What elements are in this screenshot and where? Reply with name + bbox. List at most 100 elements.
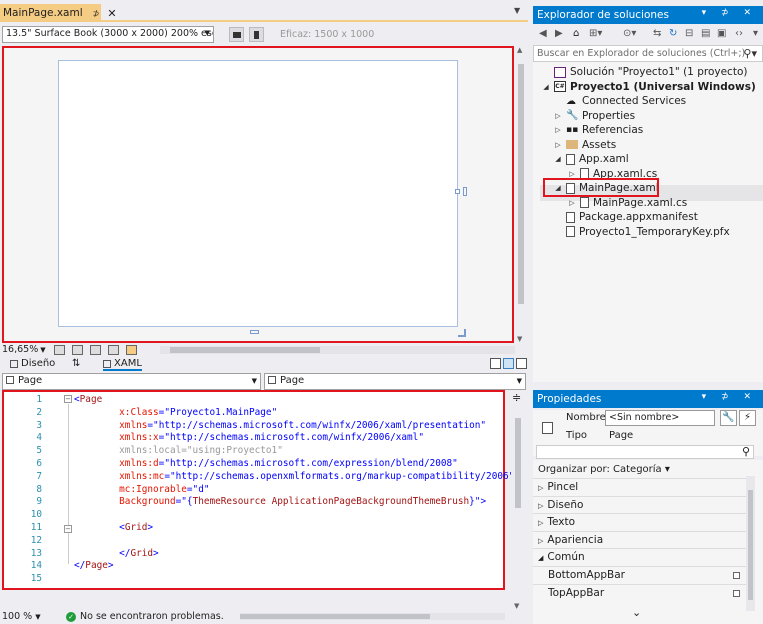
tree-item[interactable]: Proyecto1_TemporaryKey.pfx: [553, 225, 730, 239]
switch-views-icon[interactable]: ⊞▾: [589, 28, 602, 39]
forward-icon[interactable]: ▶: [555, 28, 563, 39]
close-icon[interactable]: ✕: [107, 7, 116, 20]
wrench-icon[interactable]: 🔧: [720, 410, 737, 426]
more-icon[interactable]: ▾: [753, 28, 758, 39]
snap-grid-icon[interactable]: [72, 345, 83, 355]
home-icon[interactable]: ⌂: [573, 28, 579, 39]
device-select[interactable]: 13.5" Surface Book (3000 x 2000) 200% es…: [2, 26, 214, 43]
expand-toggle-icon[interactable]: ◢: [553, 152, 563, 166]
horizontal-split-icon[interactable]: [503, 358, 514, 369]
property-row[interactable]: BottomAppBar: [548, 567, 625, 583]
tab-design[interactable]: Diseño: [10, 358, 55, 369]
properties-search[interactable]: ⚲: [536, 445, 754, 459]
collapse-all-icon[interactable]: ⊟: [685, 28, 693, 39]
zoom-select[interactable]: 16,65% ▼: [2, 344, 46, 355]
tree-item[interactable]: ▷ Assets: [553, 138, 616, 152]
fold-toggle-icon[interactable]: −: [64, 525, 72, 533]
vertical-split-icon[interactable]: [490, 358, 501, 369]
sync-icon[interactable]: ⇆: [653, 28, 661, 39]
tree-item[interactable]: ▷ 🔧 Properties: [553, 109, 635, 123]
property-row[interactable]: TopAppBar: [548, 585, 604, 601]
scope-select-left[interactable]: Page ▼: [2, 373, 261, 390]
editor-zoom-select[interactable]: 100 % ▼: [2, 611, 41, 622]
xaml-code-editor[interactable]: 1 <Page 2 x:Class="Proyecto1.MainPage" 3 xm…: [2, 390, 514, 590]
resize-grip-icon[interactable]: [458, 329, 466, 337]
code-horizontal-scrollbar[interactable]: [240, 613, 505, 620]
back-icon[interactable]: ◀: [539, 28, 547, 39]
expand-toggle-icon[interactable]: ▷: [553, 109, 563, 123]
tree-item[interactable]: ☁ Connected Services: [553, 94, 686, 108]
resize-handle-right-outer[interactable]: [463, 187, 467, 196]
events-bolt-icon[interactable]: ⚡: [739, 410, 756, 426]
scroll-thumb[interactable]: [170, 347, 320, 353]
tree-item[interactable]: ◢ App.xaml: [553, 152, 628, 166]
tab-xaml[interactable]: XAML: [103, 358, 142, 371]
scroll-thumb[interactable]: [240, 614, 430, 619]
pin-icon[interactable]: ⊅: [93, 9, 100, 18]
expand-toggle-icon[interactable]: ▷: [538, 484, 543, 492]
solution-explorer-search[interactable]: Buscar en Explorador de soluciones (Ctrl…: [533, 45, 763, 62]
property-category[interactable]: ◢ Común: [538, 549, 585, 565]
expand-toggle-icon[interactable]: ▷: [553, 138, 563, 152]
scroll-down-icon[interactable]: ▼: [517, 335, 522, 343]
tree-item[interactable]: ▷ ▪▪ Referencias: [553, 123, 643, 137]
name-input[interactable]: <Sin nombre>: [605, 410, 715, 426]
code-view-icon[interactable]: ‹›: [735, 28, 743, 39]
designer-horizontal-scrollbar[interactable]: [160, 346, 515, 354]
expand-toggle-icon[interactable]: ▷: [538, 502, 543, 510]
chevron-down-icon[interactable]: ▼: [514, 6, 520, 15]
property-marker-checkbox[interactable]: [733, 589, 740, 597]
swap-panes-icon[interactable]: ⇅: [72, 358, 80, 369]
tab-mainpage-xaml[interactable]: MainPage.xaml ⊅ ✕: [0, 4, 117, 22]
collapse-pane-icon[interactable]: [516, 358, 527, 369]
pending-changes-icon[interactable]: ⊙▾: [623, 28, 636, 39]
artboard-bg-icon[interactable]: [90, 345, 101, 355]
code-token: mc:Ignorable: [119, 483, 187, 495]
page-artboard[interactable]: [58, 60, 458, 327]
designer-vertical-scrollbar[interactable]: ▲ ▼: [515, 46, 527, 343]
expand-toggle-icon[interactable]: ▷: [553, 123, 563, 137]
properties-icon[interactable]: ▣: [717, 28, 726, 39]
properties-scrollbar[interactable]: [746, 476, 755, 611]
device-preview-icon[interactable]: [126, 345, 137, 355]
scroll-thumb[interactable]: [748, 490, 753, 600]
property-category[interactable]: ▷ Texto: [538, 514, 575, 530]
resize-handle-bottom[interactable]: [250, 330, 259, 334]
chevron-down-icon[interactable]: ⌄: [632, 606, 641, 619]
landscape-orientation-icon[interactable]: [229, 27, 244, 42]
scroll-up-icon[interactable]: ▲: [517, 46, 522, 54]
code-vertical-scrollbar[interactable]: ≑ ▼: [511, 390, 525, 610]
arrange-by-select[interactable]: Organizar por: Categoría ▾: [538, 462, 670, 478]
refresh-icon[interactable]: ↻: [669, 28, 677, 39]
property-category[interactable]: ▷ Apariencia: [538, 532, 603, 548]
scroll-thumb[interactable]: [515, 418, 521, 508]
tree-item[interactable]: Package.appxmanifest: [553, 210, 698, 224]
portrait-orientation-icon[interactable]: [249, 27, 264, 42]
scope-select-right[interactable]: Page ▼: [264, 373, 526, 390]
tree-item[interactable]: Solución "Proyecto1" (1 proyecto): [541, 65, 747, 79]
tree-item[interactable]: ◢ C# Proyecto1 (Universal Windows): [541, 80, 755, 94]
expand-toggle-icon[interactable]: ▷: [538, 519, 543, 527]
grid-icon[interactable]: [54, 345, 65, 355]
design-surface[interactable]: [2, 46, 514, 343]
tree-item[interactable]: ▷ MainPage.xaml.cs: [567, 196, 687, 210]
scroll-thumb[interactable]: [518, 64, 524, 304]
line-number: 4: [36, 432, 42, 444]
fold-toggle-icon[interactable]: −: [64, 395, 72, 403]
property-category[interactable]: ▷ Diseño: [538, 497, 583, 513]
panel-window-controls[interactable]: ▾ ⊅ ✕: [702, 8, 757, 18]
expand-toggle-icon[interactable]: ◢: [538, 554, 543, 562]
search-icon[interactable]: ⚲: [742, 445, 750, 458]
expand-toggle-icon[interactable]: ◢: [541, 80, 551, 94]
show-all-files-icon[interactable]: ▤: [701, 28, 710, 39]
resize-handle-right[interactable]: [455, 189, 460, 194]
snap-lines-icon[interactable]: [108, 345, 119, 355]
property-marker-checkbox[interactable]: [733, 572, 740, 579]
issues-indicator[interactable]: ✓ No se encontraron problemas.: [66, 611, 224, 622]
property-category[interactable]: ▷ Pincel: [538, 479, 578, 495]
expand-toggle-icon[interactable]: ▷: [567, 196, 577, 210]
expand-toggle-icon[interactable]: ▷: [538, 537, 543, 545]
search-icon[interactable]: ⚲▾: [743, 47, 757, 60]
panel-window-controls[interactable]: ▾ ⊅ ✕: [702, 392, 757, 402]
split-editor-icon[interactable]: ≑: [512, 391, 521, 404]
